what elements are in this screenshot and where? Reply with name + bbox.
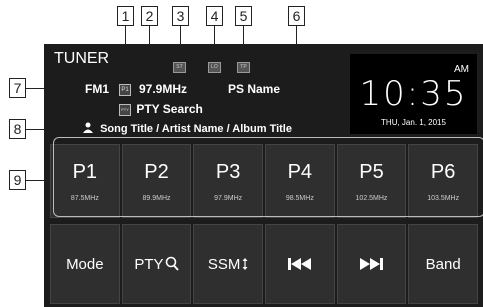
preset-bracket xyxy=(53,137,483,217)
next-button[interactable] xyxy=(336,224,407,304)
frequency-label: 97.9MHz xyxy=(139,82,188,96)
callout-6: 6 xyxy=(288,6,305,26)
pty-button-label: PTY xyxy=(134,255,164,273)
callout-2: 2 xyxy=(141,6,158,26)
lo-indicator: LO xyxy=(208,62,221,73)
skip-next-icon xyxy=(358,257,384,271)
person-icon xyxy=(82,122,94,136)
band-button[interactable]: Band xyxy=(408,224,478,304)
callout-3: 3 xyxy=(172,6,189,26)
mode-button-label: Mode xyxy=(66,255,104,273)
previous-button[interactable] xyxy=(264,224,335,304)
pty-search-button[interactable]: PTY xyxy=(121,224,192,304)
mode-button[interactable]: Mode xyxy=(50,224,120,304)
radio-text-row: Song Title / Artist Name / Album Title xyxy=(82,122,292,136)
radio-text-label: Song Title / Artist Name / Album Title xyxy=(100,122,292,135)
control-bar: Mode PTY SSM Band xyxy=(50,224,478,304)
band-button-label: Band xyxy=(425,255,461,273)
st-indicator: ST xyxy=(173,62,186,73)
up-down-arrow-icon xyxy=(242,257,248,271)
ssm-button-label: SSM xyxy=(207,255,241,273)
magnifier-icon xyxy=(165,256,179,272)
clock-date: THU, Jan. 1, 2015 xyxy=(381,118,446,127)
ps-name-label: PS Name xyxy=(228,82,281,96)
pty-row: PTY PTY Search xyxy=(119,102,203,116)
callout-1: 1 xyxy=(117,6,134,26)
tp-indicator: TP xyxy=(237,62,250,73)
band-label: FM1 xyxy=(85,82,109,96)
callout-7: 7 xyxy=(9,78,26,98)
preset-number-badge: P1 xyxy=(119,83,131,96)
pty-search-label: PTY Search xyxy=(136,102,203,116)
preset-number-row: P1 xyxy=(119,82,133,96)
callout-5: 5 xyxy=(235,6,252,26)
clock-panel: AM 10:35 THU, Jan. 1, 2015 xyxy=(350,54,477,134)
callout-4: 4 xyxy=(206,6,223,26)
source-title: TUNER xyxy=(54,50,110,67)
callout-8: 8 xyxy=(9,119,26,139)
skip-previous-icon xyxy=(287,257,313,271)
ssm-button[interactable]: SSM xyxy=(193,224,263,304)
clock-time: 10:35 xyxy=(359,74,468,114)
pty-badge: PTY xyxy=(119,103,131,116)
callout-9: 9 xyxy=(9,170,26,190)
